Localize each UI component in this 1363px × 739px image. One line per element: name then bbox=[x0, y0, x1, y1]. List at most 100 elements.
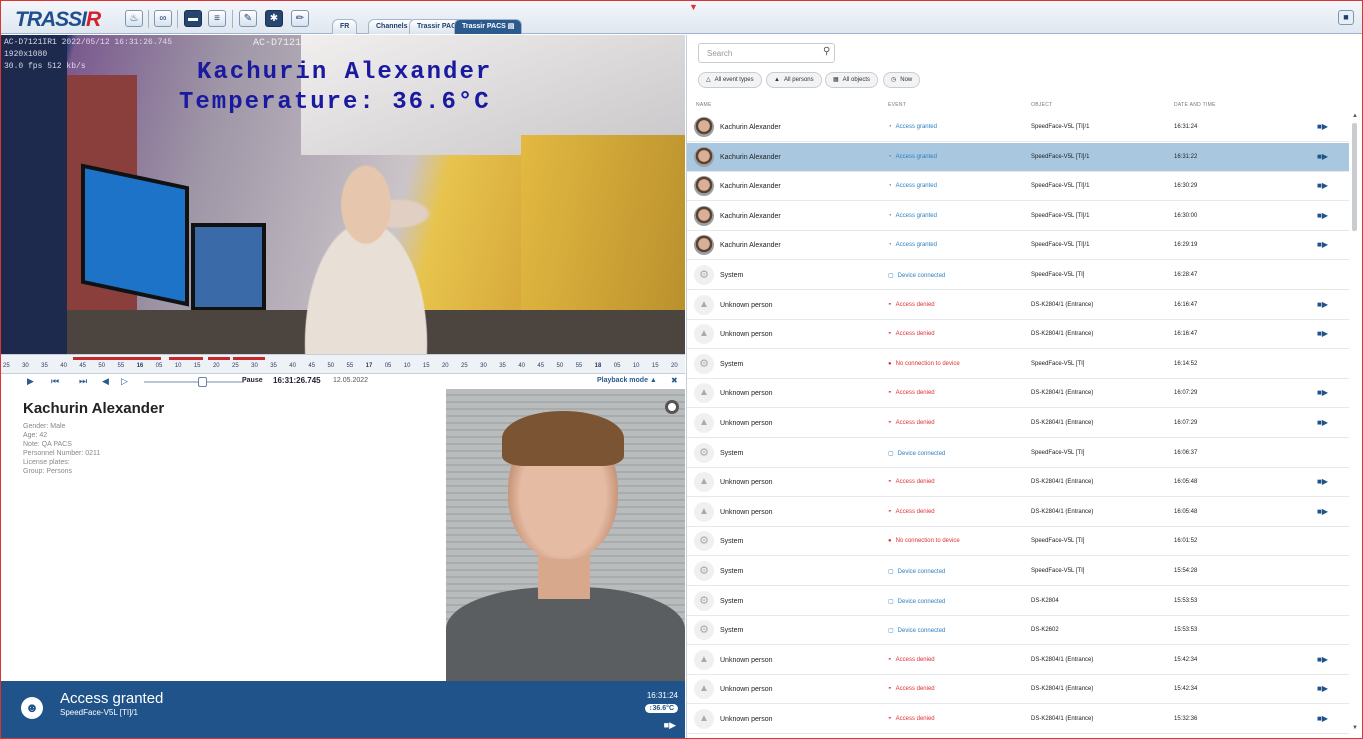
event-object: DS-K2804/1 (Entrance) bbox=[1031, 716, 1094, 722]
video-camera-icon[interactable]: ■▶ bbox=[1317, 152, 1328, 161]
video-camera-icon[interactable]: ■▶ bbox=[1317, 684, 1328, 693]
event-row[interactable]: ⚙ System ▢ Device connected SpeedFace-V5L [T… bbox=[687, 439, 1349, 468]
column-object[interactable]: OBJECT bbox=[1031, 102, 1053, 108]
event-row[interactable]: ⚙ System ▢ Device connected DS-K2804 15:53:53 bbox=[687, 587, 1349, 616]
video-camera-icon[interactable]: ■▶ bbox=[1317, 211, 1328, 220]
person-photo-avatar bbox=[694, 176, 714, 197]
filter-objects[interactable]: ▦ All objects bbox=[825, 72, 879, 88]
event-type: ◓ Access denied bbox=[888, 508, 935, 515]
gear-icon[interactable]: ✱ bbox=[265, 10, 283, 27]
chat-icon[interactable]: ▬ bbox=[184, 10, 202, 27]
video-camera-icon[interactable]: ■▶ bbox=[1317, 240, 1328, 249]
close-icon[interactable]: ✖ bbox=[671, 376, 678, 385]
event-row[interactable]: ▲ Unknown person ◓ Access denied DS-K2804/1 … bbox=[687, 498, 1349, 527]
video-camera-icon[interactable]: ■▶ bbox=[1317, 714, 1328, 723]
column-name[interactable]: NAME bbox=[696, 102, 712, 108]
osd-resolution: 1920x1080 bbox=[4, 50, 48, 59]
pause-label: Pause bbox=[242, 377, 263, 384]
event-row[interactable]: ⚙ System ● No connection to device SpeedFace… bbox=[687, 527, 1349, 557]
event-row[interactable]: Kachurin Alexander ◔ Access granted SpeedFa… bbox=[687, 202, 1349, 231]
scroll-down-icon[interactable]: ▼ bbox=[1352, 725, 1358, 731]
system-gear-icon: ⚙ bbox=[694, 561, 714, 581]
step-back-icon[interactable]: ◀ bbox=[102, 376, 109, 387]
video-camera-icon[interactable]: ■▶ bbox=[1317, 418, 1328, 427]
system-gear-icon: ⚙ bbox=[694, 620, 714, 641]
scrollbar-thumb[interactable] bbox=[1352, 123, 1357, 231]
event-time: 16:14:52 bbox=[1174, 360, 1198, 367]
filter-time[interactable]: ◷ Now bbox=[883, 72, 921, 88]
edit-icon[interactable]: ✏ bbox=[291, 10, 309, 27]
video-camera-icon[interactable]: ■▶ bbox=[664, 720, 676, 731]
bell-icon[interactable]: ♨ bbox=[125, 10, 143, 27]
search-icon[interactable]: ⚲ bbox=[823, 46, 830, 57]
scroll-up-icon[interactable]: ▲ bbox=[1352, 113, 1358, 119]
banner-title: Access granted bbox=[60, 690, 164, 707]
wrench-icon[interactable]: ✎ bbox=[239, 10, 257, 27]
speed-slider[interactable] bbox=[144, 377, 244, 387]
event-row[interactable]: ▲ Unknown person ◓ Access denied DS-K2804/1 … bbox=[687, 291, 1349, 320]
step-forward-icon[interactable]: ▷ bbox=[121, 376, 128, 387]
filter-persons[interactable]: ▲ All persons bbox=[766, 72, 822, 88]
video-camera-icon[interactable]: ■▶ bbox=[1317, 507, 1328, 516]
column-event[interactable]: EVENT bbox=[888, 102, 906, 108]
video-view[interactable]: AC-D7121IR1 2022/05/12 16:31:26.745 1920… bbox=[1, 35, 685, 354]
camera-icon[interactable]: ■ bbox=[1338, 10, 1354, 25]
banner-device: SpeedFace-V5L [TI]/1 bbox=[60, 708, 138, 717]
event-time: 16:16:47 bbox=[1174, 301, 1198, 308]
settings-gear-icon[interactable] bbox=[665, 400, 679, 414]
speed-slider-knob[interactable] bbox=[198, 377, 207, 387]
layout-icon[interactable]: ≡ bbox=[208, 10, 226, 27]
event-row[interactable]: ⚙ System ▢ Device connected SpeedFace-V5L [T… bbox=[687, 557, 1349, 586]
video-left-wall bbox=[1, 35, 67, 354]
event-time: 16:05:48 bbox=[1174, 479, 1198, 486]
tab-fr[interactable]: FR bbox=[332, 19, 358, 34]
event-object: DS-K2804/1 (Entrance) bbox=[1031, 301, 1094, 308]
playback-mode-button[interactable]: Playback mode ▲ bbox=[597, 377, 657, 384]
event-row[interactable]: ▲ Unknown person ◓ Access denied DS-K2804/1 … bbox=[687, 675, 1349, 705]
timeline[interactable]: 25 30 35 40 45 50 55 16 05 10 15 20 25 30 35 40 45 50 55 17… bbox=[1, 354, 685, 389]
scrollbar[interactable]: ▲ ▼ bbox=[1351, 113, 1359, 733]
column-date-time[interactable]: DATE AND TIME bbox=[1174, 102, 1216, 108]
overlay-temperature: Temperature: 36.6°C bbox=[179, 89, 491, 116]
osd-bitrate: 30.0 fps 512 kb/s bbox=[4, 62, 86, 71]
event-type: ◓ Access denied bbox=[888, 390, 935, 397]
event-row[interactable]: ▲ Unknown person ◓ Access denied DS-K2804/1 … bbox=[687, 646, 1349, 675]
video-camera-icon[interactable]: ■▶ bbox=[1317, 122, 1328, 131]
event-row[interactable]: ▲ Unknown person ◓ Access denied DS-K2804/1 … bbox=[687, 379, 1349, 409]
event-row[interactable]: Kachurin Alexander ◔ Access granted SpeedFa… bbox=[687, 142, 1349, 172]
timeline-ruler[interactable]: 25 30 35 40 45 50 55 16 05 10 15 20 25 30 35 40 45 50 55 17… bbox=[1, 355, 685, 372]
event-object: DS-K2804/1 (Entrance) bbox=[1031, 508, 1094, 515]
record-icon[interactable]: ∞ bbox=[154, 10, 172, 27]
event-status-icon: ◓ bbox=[888, 390, 892, 397]
event-row[interactable]: ⚙ System ▢ Device connected DS-K2602 15:53:53 bbox=[687, 616, 1349, 646]
person-info: Kachurin Alexander Gender: Male Age: 42 … bbox=[1, 389, 446, 681]
event-row[interactable]: Kachurin Alexander ◔ Access granted SpeedFa… bbox=[687, 172, 1349, 202]
video-camera-icon[interactable]: ■▶ bbox=[1317, 388, 1328, 397]
event-row[interactable]: ▲ Unknown person ◓ Access denied DS-K2804/1 … bbox=[687, 468, 1349, 498]
event-row[interactable]: ▲ Unknown person ◓ Access denied DS-K2804/1 … bbox=[687, 320, 1349, 350]
search-input[interactable]: Search ⚲ bbox=[698, 43, 835, 63]
event-row[interactable]: ⚙ System ● No connection to device SpeedFace… bbox=[687, 350, 1349, 379]
skip-end-icon[interactable]: ⏭ bbox=[79, 376, 87, 387]
play-icon[interactable]: ▶ bbox=[27, 376, 34, 387]
event-object: DS-K2804 bbox=[1031, 597, 1059, 604]
filter-event-types[interactable]: △ All event types bbox=[698, 72, 762, 88]
skip-start-icon[interactable]: ⏮ bbox=[51, 376, 59, 387]
playback-controls: ▶ ⏮ ⏭ ◀ ▷ Pause 16:31:26.745 12.05.2022 … bbox=[1, 373, 685, 389]
video-camera-icon[interactable]: ■▶ bbox=[1317, 300, 1328, 309]
event-row[interactable]: Kachurin Alexander ◔ Access granted SpeedFa… bbox=[687, 231, 1349, 261]
tab-trassir-pacs-active[interactable]: Trassir PACS ▤ bbox=[454, 19, 523, 34]
trassir-logo: TRASSIR bbox=[15, 8, 101, 31]
timeline-tick-label: 20 bbox=[671, 363, 678, 369]
video-camera-icon[interactable]: ■▶ bbox=[1317, 655, 1328, 664]
event-object: SpeedFace-V5L [TI] bbox=[1031, 568, 1085, 574]
video-camera-icon[interactable]: ■▶ bbox=[1317, 329, 1328, 338]
video-camera-icon[interactable]: ■▶ bbox=[1317, 477, 1328, 486]
event-row[interactable]: ▲ Unknown person ◓ Access denied DS-K2804/1 … bbox=[687, 705, 1349, 734]
event-status-icon: ◔ bbox=[888, 242, 892, 249]
event-row[interactable]: ▲ Unknown person ◓ Access denied DS-K2804/1 … bbox=[687, 409, 1349, 438]
video-camera-icon[interactable]: ■▶ bbox=[1317, 181, 1328, 190]
event-row[interactable]: ⚙ System ▢ Device connected SpeedFace-V5L [T… bbox=[687, 261, 1349, 290]
event-row[interactable]: Kachurin Alexander ◔ Access granted SpeedFa… bbox=[687, 113, 1349, 142]
event-time: 16:31:22 bbox=[1174, 153, 1198, 160]
